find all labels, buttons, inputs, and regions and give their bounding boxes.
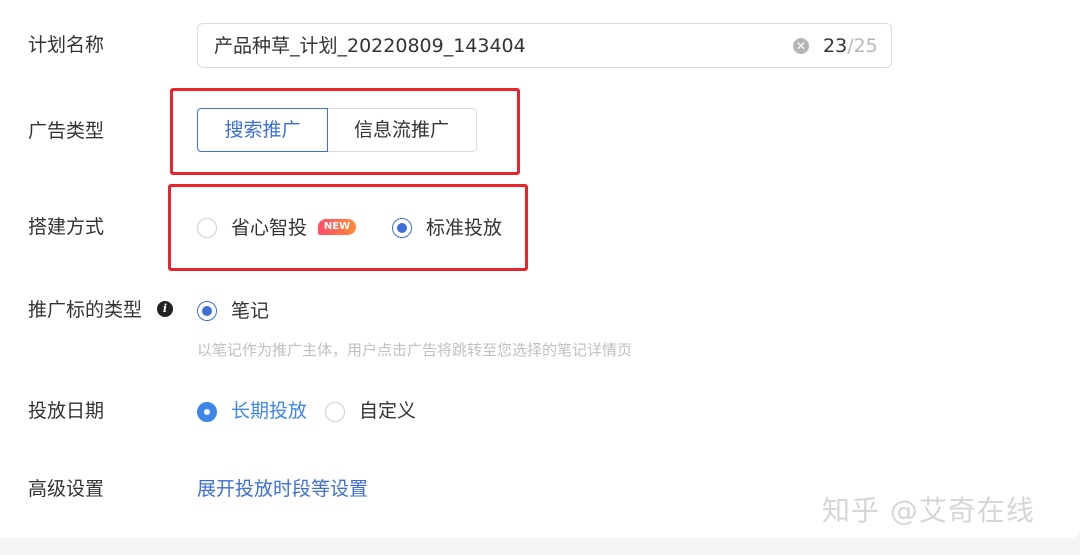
char-counter: 23/25 (823, 35, 878, 57)
form-card: 计划名称 产品种草_计划_20220809_143404 ✕ 23/25 广告类… (0, 0, 1080, 538)
advanced-label: 高级设置 (28, 478, 105, 500)
plan-name-input[interactable]: 产品种草_计划_20220809_143404 ✕ 23/25 (197, 23, 892, 68)
plan-name-value: 产品种草_计划_20220809_143404 (214, 35, 526, 57)
promo-type-hint: 以笔记作为推广主体，用户点击广告将跳转至您选择的笔记详情页 (197, 341, 633, 359)
ad-type-feed-button[interactable]: 信息流推广 (327, 108, 477, 152)
build-mode-label: 搭建方式 (28, 216, 105, 238)
long-term-radio[interactable] (197, 402, 217, 422)
long-term-label[interactable]: 长期投放 (231, 399, 307, 423)
standard-mode-radio[interactable] (392, 218, 412, 238)
note-radio[interactable] (197, 301, 217, 321)
standard-mode-label[interactable]: 标准投放 (426, 216, 502, 240)
ad-type-search-button[interactable]: 搜索推广 (197, 108, 328, 152)
clear-icon[interactable]: ✕ (793, 38, 809, 54)
note-label[interactable]: 笔记 (231, 299, 269, 323)
ad-type-label: 广告类型 (28, 120, 105, 142)
custom-date-label[interactable]: 自定义 (359, 399, 416, 423)
info-icon[interactable]: i (157, 301, 173, 317)
new-badge: NEW (318, 219, 356, 235)
smart-mode-label[interactable]: 省心智投 (231, 216, 307, 240)
expand-advanced-link[interactable]: 展开投放时段等设置 (197, 477, 368, 501)
plan-name-label: 计划名称 (28, 34, 105, 56)
smart-mode-radio[interactable] (197, 218, 217, 238)
watermark: 知乎 @艾奇在线 (822, 494, 1035, 527)
schedule-label: 投放日期 (28, 400, 105, 422)
custom-date-radio[interactable] (325, 402, 345, 422)
promo-type-label: 推广标的类型 (28, 299, 143, 321)
